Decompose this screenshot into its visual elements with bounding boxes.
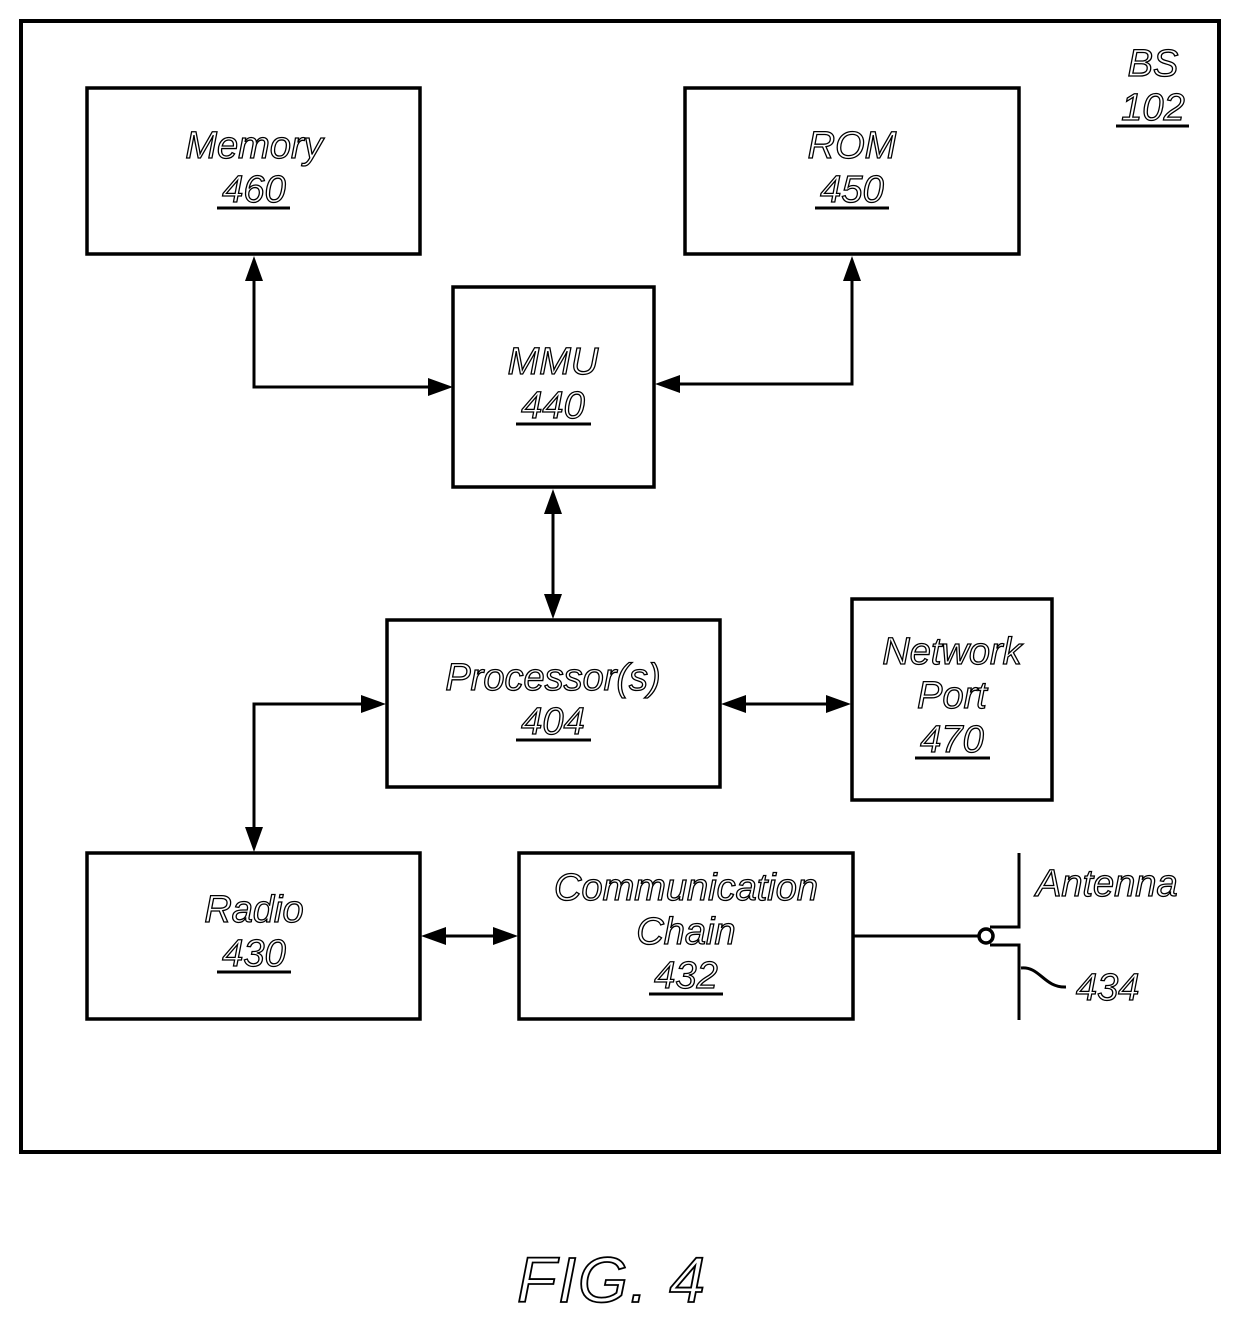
- antenna-label: Antenna: [1034, 863, 1178, 905]
- processor-label: Processor(s): [445, 657, 660, 699]
- antenna-lower-element: [990, 943, 1021, 1020]
- processor-ref: 404: [521, 701, 584, 743]
- antenna-leader-line: [1020, 966, 1067, 989]
- bs-label: BS: [1128, 43, 1179, 85]
- radio-ref: 430: [222, 933, 285, 975]
- mmu-label: MMU: [508, 341, 599, 383]
- arrowhead-right-mmu: [428, 378, 453, 396]
- antenna-ref: 434: [1076, 967, 1139, 1009]
- arrowhead-down-radio: [245, 827, 263, 852]
- memory-block: Memory 460: [85, 86, 422, 256]
- figure-caption: FIG. 4: [517, 1244, 707, 1316]
- rom-ref: 450: [820, 169, 883, 211]
- rom-block: ROM 450: [683, 86, 1021, 256]
- network-port-ref: 470: [920, 719, 983, 761]
- rom-mmu-connector: [672, 272, 854, 386]
- radio-label: Radio: [204, 889, 303, 931]
- network-port-label-line1: Network: [882, 631, 1023, 673]
- arrowhead-right-network: [826, 695, 851, 713]
- arrowhead-up-memory: [245, 256, 263, 281]
- network-port-label-line2: Port: [917, 675, 988, 717]
- arrowhead-down-processor: [544, 594, 562, 619]
- comm-chain-ref: 432: [654, 955, 717, 997]
- bs-ref: 102: [1121, 87, 1184, 129]
- rom-label: ROM: [808, 125, 897, 167]
- antenna-upper-element: [990, 853, 1021, 929]
- comm-chain-label-line2: Chain: [636, 911, 735, 953]
- comm-chain-block: Communication Chain 432: [517, 851, 855, 1021]
- memory-ref: 460: [222, 169, 285, 211]
- arrowhead-left-processor: [721, 695, 746, 713]
- arrowhead-up-rom: [843, 256, 861, 281]
- arrowhead-right-comm: [493, 927, 518, 945]
- radio-block: Radio 430: [85, 851, 422, 1021]
- comm-chain-label-line1: Communication: [554, 867, 818, 909]
- arrowhead-up-mmu: [544, 489, 562, 514]
- antenna-icon: [977, 853, 1021, 1020]
- arrowhead-left-radio: [421, 927, 446, 945]
- network-port-block: Network Port 470: [850, 597, 1054, 802]
- block-diagram: BS 102 Antenna 434 Memory 460 ROM 450 MM…: [19, 19, 1221, 1317]
- arrowhead-left-mmu: [655, 375, 680, 393]
- memory-label: Memory: [185, 125, 324, 167]
- memory-mmu-connector: [252, 272, 436, 389]
- mmu-block: MMU 440: [451, 285, 656, 489]
- arrowhead-right-processor: [361, 695, 386, 713]
- radio-processor-connector: [252, 702, 369, 835]
- mmu-ref: 440: [521, 385, 584, 427]
- processor-block: Processor(s) 404: [385, 618, 722, 789]
- antenna-feed-point: [977, 927, 995, 945]
